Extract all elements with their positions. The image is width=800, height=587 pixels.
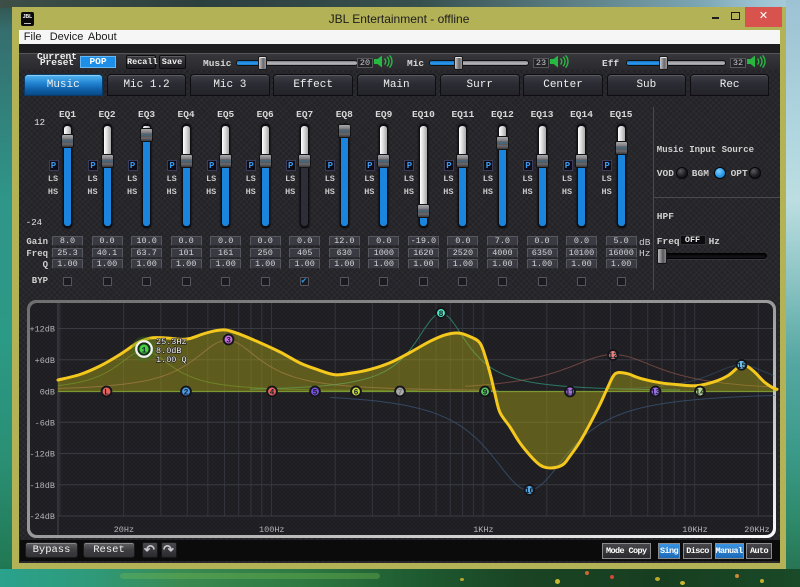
svg-text:10KHz: 10KHz [682,525,708,535]
svg-text:1KHz: 1KHz [473,525,493,535]
svg-text:1.00 Q: 1.00 Q [156,355,187,365]
svg-text:12: 12 [608,352,618,361]
svg-text:0dB: 0dB [40,388,55,398]
svg-text:-12dB: -12dB [29,450,55,460]
svg-text:1: 1 [142,346,147,355]
svg-text:14: 14 [695,389,705,398]
svg-text:L: L [104,389,109,398]
svg-text:13: 13 [651,389,661,398]
svg-text:+6dB: +6dB [35,356,55,366]
svg-text:100Hz: 100Hz [259,525,285,535]
svg-text:11: 11 [565,389,575,398]
svg-text:15: 15 [737,362,747,371]
svg-text:7: 7 [398,389,403,398]
svg-text:-18dB: -18dB [29,481,55,491]
svg-text:8: 8 [439,310,444,319]
svg-text:10: 10 [525,487,535,496]
svg-text:3: 3 [226,337,231,346]
svg-text:-24dB: -24dB [29,512,55,522]
svg-text:6: 6 [354,389,359,398]
svg-text:5: 5 [313,389,318,398]
svg-text:2: 2 [184,389,189,398]
svg-text:-6dB: -6dB [35,418,55,428]
svg-text:20KHz: 20KHz [744,525,770,535]
svg-text:4: 4 [270,389,275,398]
svg-text:+12dB: +12dB [29,325,55,335]
svg-text:20Hz: 20Hz [114,525,134,535]
svg-text:9: 9 [483,389,488,398]
